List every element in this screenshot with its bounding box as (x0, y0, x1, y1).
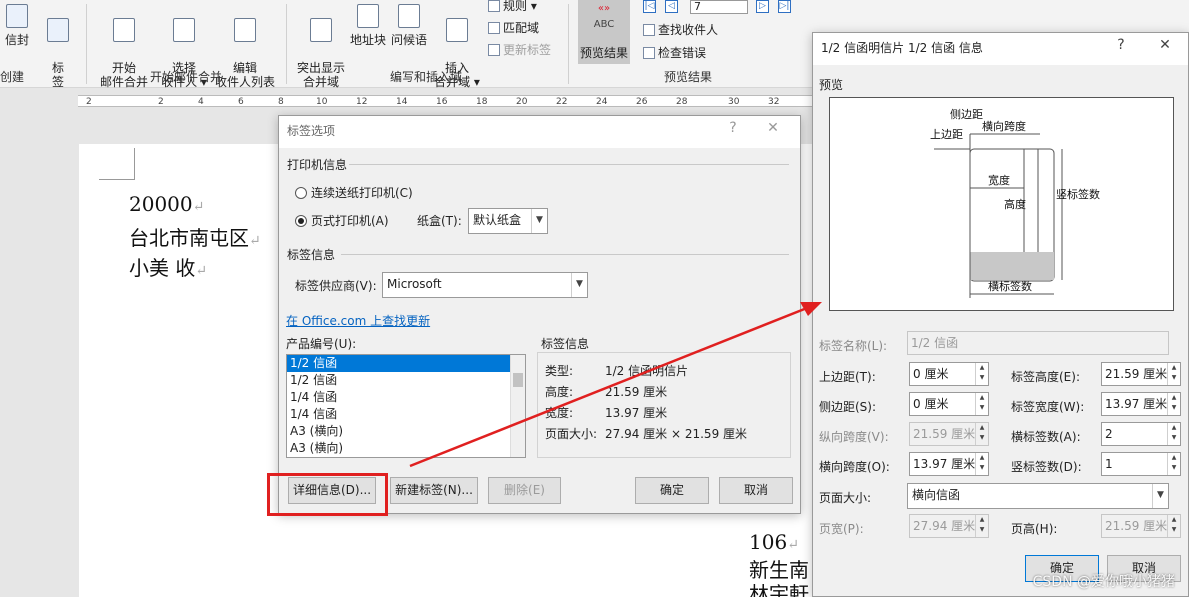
annotation-arrow (409, 302, 822, 468)
arrow-line (409, 304, 813, 468)
watermark-text: CSDN @爱你哦小猪猪 (1032, 574, 1175, 590)
